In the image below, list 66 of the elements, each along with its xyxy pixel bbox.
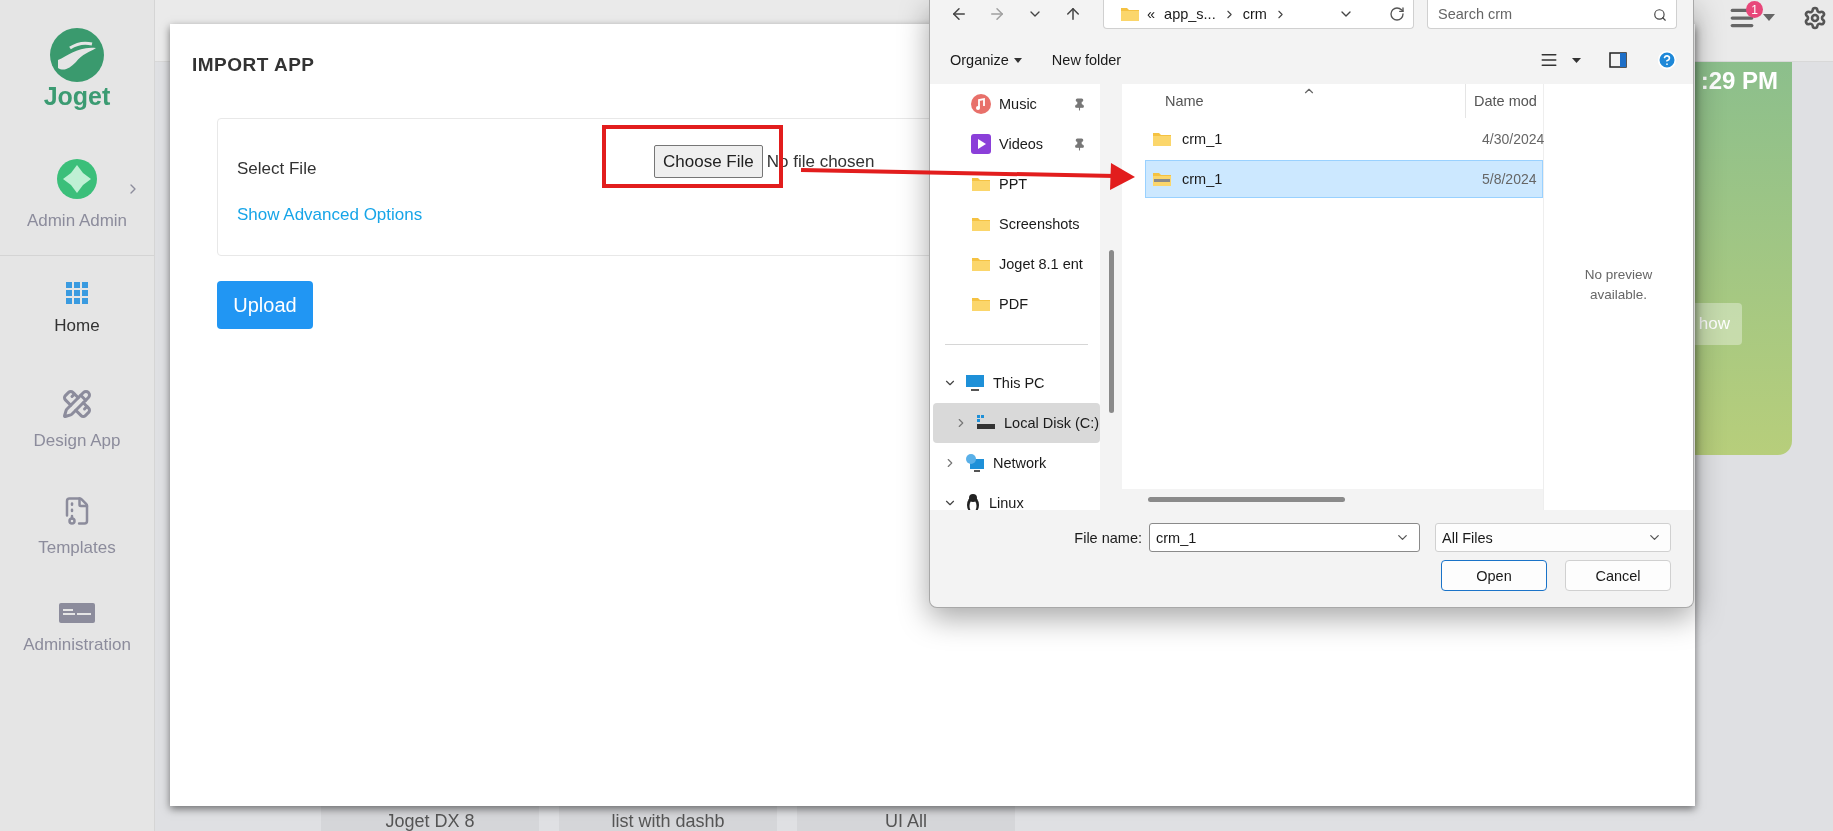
nav-item[interactable]: Screenshots	[933, 204, 1100, 244]
drive-icon	[976, 415, 996, 431]
pin-icon[interactable]	[1073, 137, 1086, 151]
breadcrumb-item[interactable]: crm	[1240, 6, 1269, 22]
zip-folder-icon	[1152, 171, 1172, 187]
folder-icon	[971, 216, 991, 232]
open-button[interactable]: Open	[1441, 560, 1547, 591]
column-header[interactable]: Date mod	[1466, 93, 1537, 109]
settings-icon[interactable]	[1803, 6, 1827, 30]
folder-icon	[971, 176, 991, 192]
file-name-field[interactable]: crm_1	[1149, 523, 1420, 552]
preview-message: No preview available.	[1583, 266, 1654, 304]
file-row[interactable]: crm_1 4/30/2024	[1145, 120, 1543, 158]
video-icon	[971, 134, 991, 154]
app-tab[interactable]: Joget DX 8	[321, 806, 539, 831]
list-view-icon[interactable]	[1540, 51, 1558, 69]
caret-icon[interactable]	[1013, 57, 1022, 63]
new-folder-button[interactable]: New folder	[1045, 48, 1128, 72]
search-field[interactable]: Search crm	[1427, 0, 1677, 29]
field-label: Select File	[237, 159, 318, 179]
folder-icon	[971, 256, 991, 272]
nav-item[interactable]: Music	[933, 84, 1100, 124]
cancel-button[interactable]: Cancel	[1565, 560, 1671, 591]
logo-icon	[50, 28, 104, 82]
nav-item[interactable]: This PC	[933, 363, 1100, 403]
app-tab[interactable]: UI All	[797, 806, 1015, 831]
breadcrumb-overflow[interactable]: «	[1145, 6, 1158, 22]
scrollbar[interactable]	[1148, 497, 1345, 502]
refresh-icon[interactable]	[1389, 6, 1405, 22]
nav-item[interactable]: Linux	[933, 483, 1100, 510]
pin-icon[interactable]	[1073, 97, 1086, 111]
monitor-icon	[965, 374, 985, 392]
nav-item[interactable]: Local Disk (C:)	[933, 403, 1100, 443]
app-tab[interactable]: list with dashb	[559, 806, 777, 831]
folder-icon	[971, 296, 991, 312]
network-icon	[965, 453, 985, 473]
choose-file-button[interactable]: Choose File	[654, 145, 763, 178]
column-header[interactable]: Name	[1122, 84, 1466, 118]
clock-time: :29 PM	[1700, 67, 1778, 95]
file-name-label: File name:	[1074, 529, 1142, 546]
file-type-dropdown[interactable]: All Files	[1435, 523, 1671, 552]
address-bar[interactable]: « app_s... crm	[1103, 0, 1414, 29]
scrollbar[interactable]	[1108, 250, 1114, 413]
dialog-title: IMPORT APP	[192, 54, 315, 76]
folder-icon	[1120, 6, 1140, 22]
organize-button[interactable]: Organize	[944, 48, 1028, 72]
nav-item[interactable]: PPT	[933, 164, 1100, 204]
nav-item[interactable]: Videos	[933, 124, 1100, 164]
help-icon[interactable]	[1657, 50, 1677, 70]
search-icon[interactable]	[1653, 7, 1667, 22]
music-icon	[971, 94, 991, 114]
nav-item[interactable]: PDF	[933, 284, 1100, 324]
preview-pane-icon[interactable]	[1609, 52, 1627, 68]
grid-icon	[66, 282, 88, 304]
user-name: Admin Admin	[26, 211, 128, 231]
file-row[interactable]: crm_1 5/8/2024	[1145, 160, 1543, 198]
logo-text: Joget	[43, 82, 111, 111]
folder-icon	[1152, 131, 1172, 147]
console-icon	[59, 603, 95, 623]
breadcrumb-item[interactable]: app_s...	[1162, 6, 1218, 22]
notification-badge: 1	[1746, 1, 1763, 18]
nav-item[interactable]: Joget 8.1 ent	[933, 244, 1100, 284]
avatar-icon	[56, 159, 97, 199]
pencil-ruler-icon	[62, 389, 92, 419]
nav-item[interactable]: Network	[933, 443, 1100, 483]
sidebar-item[interactable]: Home	[54, 256, 100, 363]
